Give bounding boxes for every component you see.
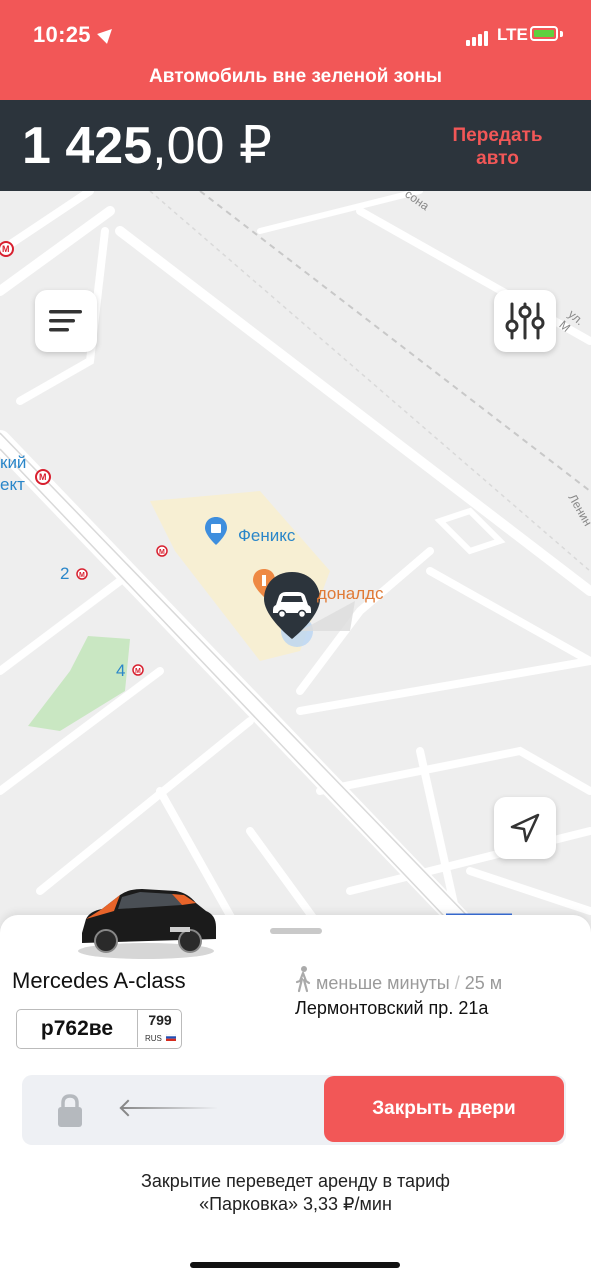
zone-alert-text: Автомобиль вне зеленой зоны (149, 66, 442, 87)
network-type: LTE (497, 25, 528, 44)
parking-tariff-note: Закрытие переведет аренду в тариф «Парко… (0, 1170, 591, 1216)
rental-cost-integer: 1 425 (22, 117, 153, 175)
poi-mcdonalds-label[interactable]: доналдс (317, 584, 384, 604)
price-bar: 1 425,00 ₽ Передать авто (0, 100, 591, 191)
walk-distance: 25 м (464, 973, 503, 993)
sliders-icon (505, 302, 545, 340)
transfer-car-label-2: авто (476, 148, 519, 169)
plate-country: RUS (145, 1034, 162, 1043)
metro-exit-4-label: 4 (116, 661, 126, 680)
close-doors-button[interactable]: Закрыть двери (324, 1076, 564, 1142)
battery-icon (530, 26, 558, 41)
plate-number: р762ве (17, 1010, 138, 1047)
svg-text:M: M (79, 572, 85, 579)
metro-station-label-2: ект (0, 475, 25, 494)
license-plate: р762ве 799 RUS (16, 1009, 182, 1049)
rental-cost-decimal: ,00 ₽ (152, 117, 272, 175)
car-photo (78, 889, 216, 959)
lock-icon (58, 1094, 82, 1127)
navigation-arrow-icon (510, 813, 540, 843)
slide-arrowhead (119, 1099, 137, 1117)
filter-button[interactable] (494, 290, 556, 352)
close-doors-slider[interactable]: Закрыть двери (22, 1075, 566, 1145)
locate-me-button[interactable] (494, 797, 556, 859)
walking-person-icon (295, 966, 311, 993)
map-view[interactable]: M M M M M Феникс доналдс кий ект 2 4 сон… (0, 191, 591, 951)
sheet-drag-handle[interactable] (270, 928, 322, 934)
car-model-name: Mercedes A-class (12, 968, 186, 993)
transfer-car-button[interactable]: Передать авто (430, 124, 565, 170)
svg-text:M: M (159, 549, 165, 556)
poi-feniks-label[interactable]: Феникс (238, 526, 295, 546)
car-address: Лермонтовский пр. 21а (295, 998, 489, 1018)
rental-cost: 1 425,00 ₽ (22, 118, 272, 174)
plate-region: 799 (148, 1012, 172, 1028)
svg-text:M: M (135, 668, 141, 675)
status-time: 10:25 (33, 22, 91, 47)
walk-time: меньше минуты (316, 973, 450, 993)
note-line-2: «Парковка» 3,33 ₽/мин (199, 1194, 392, 1214)
car-details-sheet[interactable]: Mercedes A-class р762ве 799 RUS меньше м… (0, 889, 591, 1280)
battery-nub (560, 31, 563, 37)
svg-text:M: M (2, 244, 10, 254)
home-indicator[interactable] (190, 1262, 400, 1268)
metro-station-label: кий (0, 453, 27, 472)
transfer-car-label-1: Передать (452, 125, 543, 146)
note-line-1: Закрытие переведет аренду в тариф (141, 1171, 450, 1191)
metro-exit-2-label: 2 (60, 564, 70, 583)
location-services-icon (97, 24, 117, 44)
cellular-signal-icon (466, 28, 490, 46)
svg-text:M: M (39, 472, 47, 482)
russian-flag-icon (166, 1034, 176, 1041)
status-and-alert-bar: 10:25 LTE Автомобиль вне зеленой зоны (0, 0, 591, 100)
menu-button[interactable] (35, 290, 97, 352)
hamburger-icon (49, 310, 82, 332)
walk-eta: меньше минуты / 25 м (316, 973, 503, 993)
